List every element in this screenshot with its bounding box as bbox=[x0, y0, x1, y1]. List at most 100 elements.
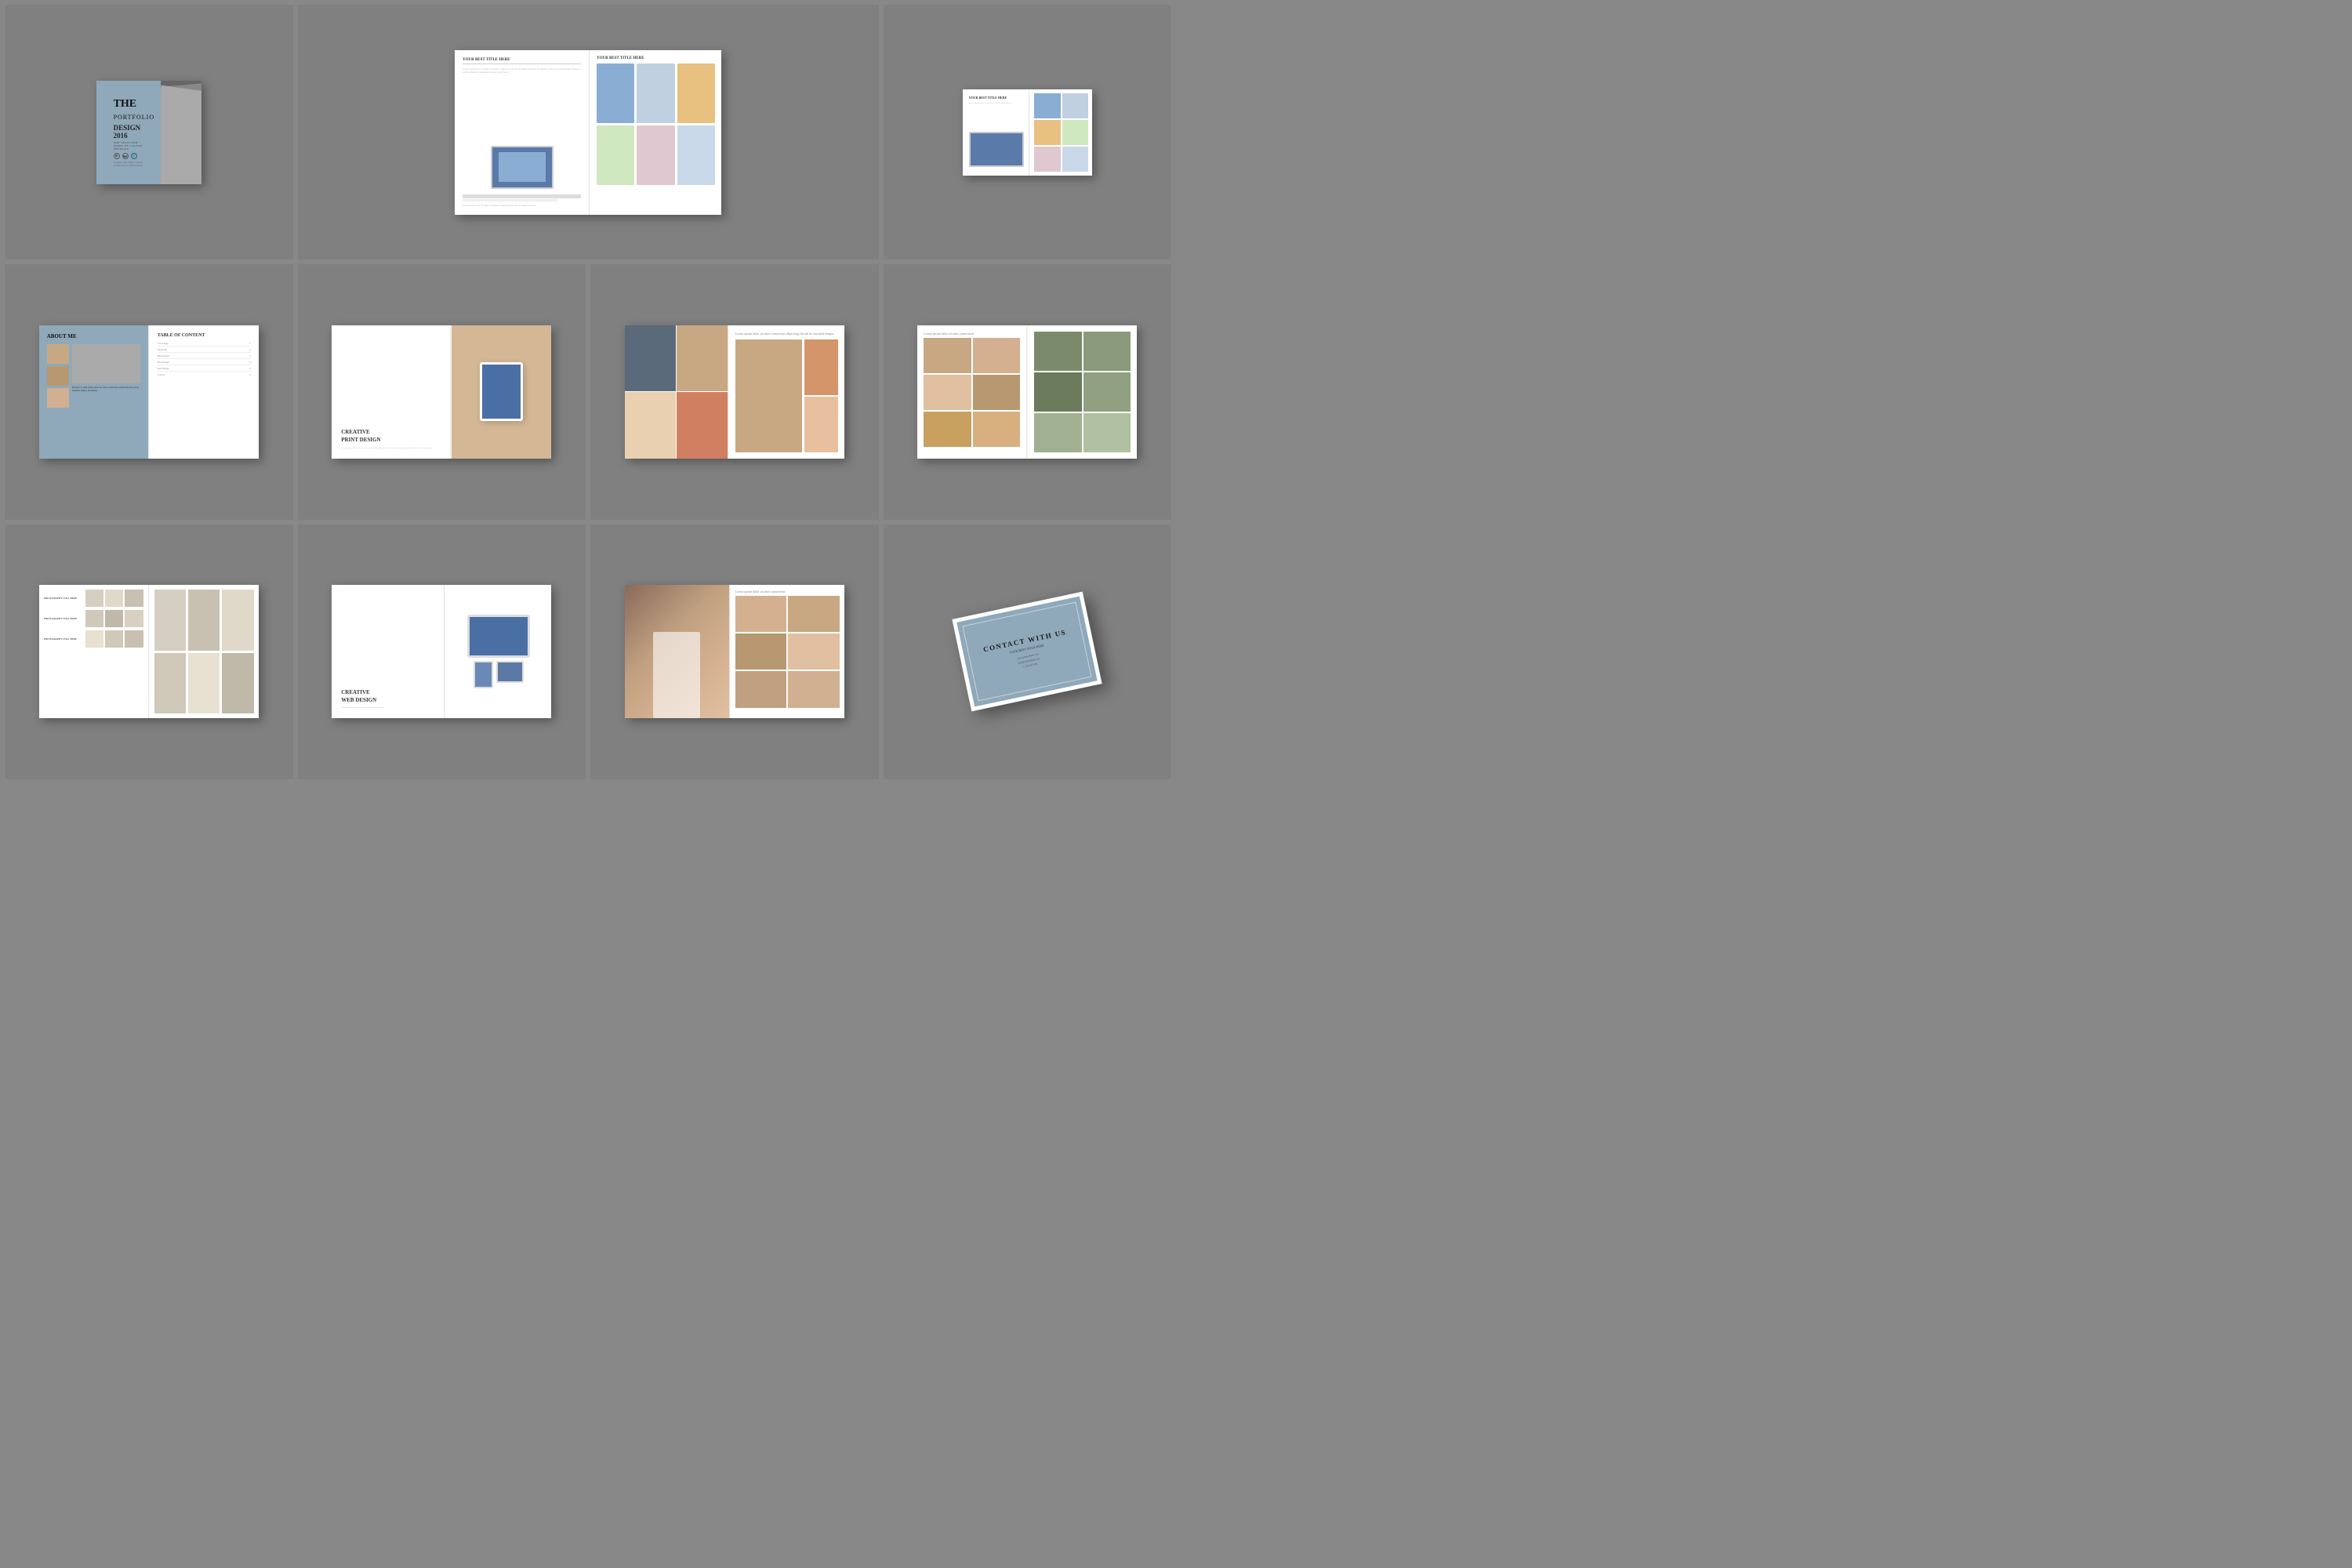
fashion-4 bbox=[677, 392, 728, 459]
toc-title: TABLE OF CONTENT bbox=[158, 333, 251, 338]
cover-decor-1 bbox=[161, 81, 201, 184]
w2-thumb-6 bbox=[788, 671, 840, 707]
tech2-thumb-4 bbox=[1062, 120, 1088, 145]
tech-body-left: Lorem ipsum dolor sit amet consectetur a… bbox=[463, 67, 581, 142]
fashion-3 bbox=[625, 392, 676, 459]
web-title: CREATIVE WEB DESIGN bbox=[341, 689, 434, 705]
tech2-thumb-1 bbox=[1034, 93, 1060, 118]
product-r-1 bbox=[154, 590, 186, 651]
w2-thumb-2 bbox=[788, 596, 840, 632]
fashion-sm-2 bbox=[804, 397, 838, 452]
wedding-r-thumb-5 bbox=[1034, 413, 1082, 452]
tech2-laptop bbox=[969, 132, 1024, 167]
fashion-1 bbox=[625, 325, 676, 392]
tablet-mockup bbox=[480, 362, 523, 421]
wedding-thumb-6 bbox=[973, 412, 1021, 447]
web-desc: Lorem ipsum dolor sit amet consectetur a… bbox=[341, 706, 434, 709]
cell-about: ABOUT ME Hi there! Lorem ipsum dolor sit… bbox=[5, 264, 293, 519]
phone-mockup-web bbox=[474, 661, 493, 688]
w2-thumb-5 bbox=[735, 671, 787, 707]
tech2-thumb-2 bbox=[1062, 93, 1088, 118]
product-r-5 bbox=[188, 653, 220, 714]
social-icon-3: 🌐 bbox=[131, 153, 137, 159]
wedding-thumb-1 bbox=[924, 338, 971, 373]
w2-thumb-4 bbox=[788, 633, 840, 670]
product-img-1 bbox=[85, 590, 103, 607]
tech-bar-1 bbox=[463, 194, 581, 198]
portrait-2 bbox=[47, 366, 69, 386]
toc-item-1: Cover Page1 bbox=[158, 342, 251, 347]
about-booklet: ABOUT ME Hi there! Lorem ipsum dolor sit… bbox=[39, 325, 259, 459]
device-thumb-3 bbox=[677, 64, 715, 123]
tech2-thumb-3 bbox=[1034, 120, 1060, 145]
cell-cover: THE PORTFOLIO DESIGN 2016 THE SELECTED W… bbox=[5, 5, 293, 260]
wedding-r-thumb-3 bbox=[1034, 372, 1082, 412]
print-booklet: CREATIVE PRINT DESIGN Lorem ipsum dolor … bbox=[332, 325, 551, 459]
toc-item-5: Web Design5 bbox=[158, 367, 251, 372]
tech2-thumb-5 bbox=[1034, 147, 1060, 172]
device-thumb-2 bbox=[637, 64, 674, 123]
cover-page-left: THE PORTFOLIO DESIGN 2016 THE SELECTED W… bbox=[96, 81, 162, 184]
product-label-1: PHOTOGRAPHY STILL HERE bbox=[44, 597, 83, 600]
product-img-2 bbox=[105, 590, 123, 607]
cover-description: Excepteur sint scieicat cupidatr proiden… bbox=[114, 161, 144, 167]
tech2-thumb-6 bbox=[1062, 147, 1088, 172]
device-thumb-1 bbox=[597, 64, 634, 123]
wedding-thumb-2 bbox=[973, 338, 1021, 373]
design-label: DESIGN 2016 bbox=[114, 124, 144, 140]
wedding-thumb-3 bbox=[924, 375, 971, 410]
product-r-3 bbox=[222, 590, 253, 651]
social-icon-1: ✉ bbox=[114, 153, 120, 159]
tech2-title: YOUR BEST TITLE HERE bbox=[969, 96, 1023, 100]
main-grid: THE PORTFOLIO DESIGN 2016 THE SELECTED W… bbox=[0, 0, 1176, 784]
wedding-thumb-4 bbox=[973, 375, 1021, 410]
wedding-booklet-1: Lorem ipsum dolor sit amet consectetur. bbox=[917, 325, 1137, 459]
product-r-2 bbox=[188, 590, 220, 651]
product-img-4 bbox=[85, 610, 103, 627]
wedding-caption: Lorem ipsum dolor sit amet consectetur. bbox=[735, 590, 840, 593]
web-booklet: CREATIVE WEB DESIGN Lorem ipsum dolor si… bbox=[332, 585, 551, 718]
cell-tech-2: YOUR BEST TITLE HERE Lorem ipsum dolor s… bbox=[884, 5, 1172, 260]
contact-booklet: CONTACT WITH US YOUR BEST TITLE HERE www… bbox=[953, 592, 1102, 712]
cell-tech-1: YOUR BEST TITLE HERE Lorem ipsum dolor s… bbox=[298, 5, 879, 260]
fashion-sm-1 bbox=[804, 339, 838, 395]
product-img-5 bbox=[105, 610, 123, 627]
w2-thumb-3 bbox=[735, 633, 787, 670]
wedding-r-thumb-6 bbox=[1083, 413, 1131, 452]
fashion-booklet: Lorem ipsum dolor sit amet consectetur a… bbox=[625, 325, 844, 459]
fashion-2 bbox=[677, 325, 728, 392]
cover-page-right bbox=[161, 81, 201, 184]
product-r-6 bbox=[222, 653, 253, 714]
print-title: CREATIVE PRINT DESIGN bbox=[341, 429, 441, 445]
wedding-text: Lorem ipsum dolor sit amet consectetur. bbox=[924, 332, 1020, 336]
product-img-6 bbox=[125, 610, 143, 627]
cell-contact: CONTACT WITH US YOUR BEST TITLE HERE www… bbox=[884, 524, 1172, 779]
cover-decor-2 bbox=[161, 92, 201, 184]
wedding-r-thumb-2 bbox=[1083, 332, 1131, 371]
fashion-text: Lorem ipsum dolor sit amet consectetur a… bbox=[735, 332, 838, 336]
portrait-3 bbox=[47, 388, 69, 408]
cell-print: CREATIVE PRINT DESIGN Lorem ipsum dolor … bbox=[298, 264, 586, 519]
tech-booklet-1: YOUR BEST TITLE HERE Lorem ipsum dolor s… bbox=[455, 50, 721, 215]
cover-decor-3 bbox=[166, 83, 201, 149]
product-r-4 bbox=[154, 653, 186, 714]
toc-item-6: Contact6 bbox=[158, 373, 251, 376]
product-img-7 bbox=[85, 630, 103, 648]
device-thumb-6 bbox=[677, 125, 715, 185]
about-title: ABOUT ME bbox=[47, 333, 140, 339]
cover-tagline: THE SELECTED WORK OF CALVIN SHEERAN bbox=[114, 141, 144, 151]
wedding-booklet-2: Lorem ipsum dolor sit amet consectetur. bbox=[625, 585, 844, 718]
product-img-9 bbox=[125, 630, 143, 648]
tech-booklet-2: YOUR BEST TITLE HERE Lorem ipsum dolor s… bbox=[963, 89, 1092, 176]
toc-item-3: Photography3 bbox=[158, 354, 251, 359]
print-desc: Lorem ipsum dolor sit amet consectetur a… bbox=[341, 447, 441, 449]
portfolio-word: PORTFOLIO bbox=[114, 114, 155, 121]
device-thumb-4 bbox=[597, 125, 634, 185]
tablet-mockup-web bbox=[496, 661, 524, 683]
tech-title-left: YOUR BEST TITLE HERE bbox=[463, 58, 581, 64]
tech2-body: Lorem ipsum dolor sit amet consectetur a… bbox=[969, 102, 1023, 129]
toc-item-2: About Me2 bbox=[158, 348, 251, 353]
product-label-2: PHOTOGRAPHY STILL HERE bbox=[44, 617, 83, 620]
about-photo-main bbox=[72, 344, 140, 383]
product-img-3 bbox=[125, 590, 143, 607]
